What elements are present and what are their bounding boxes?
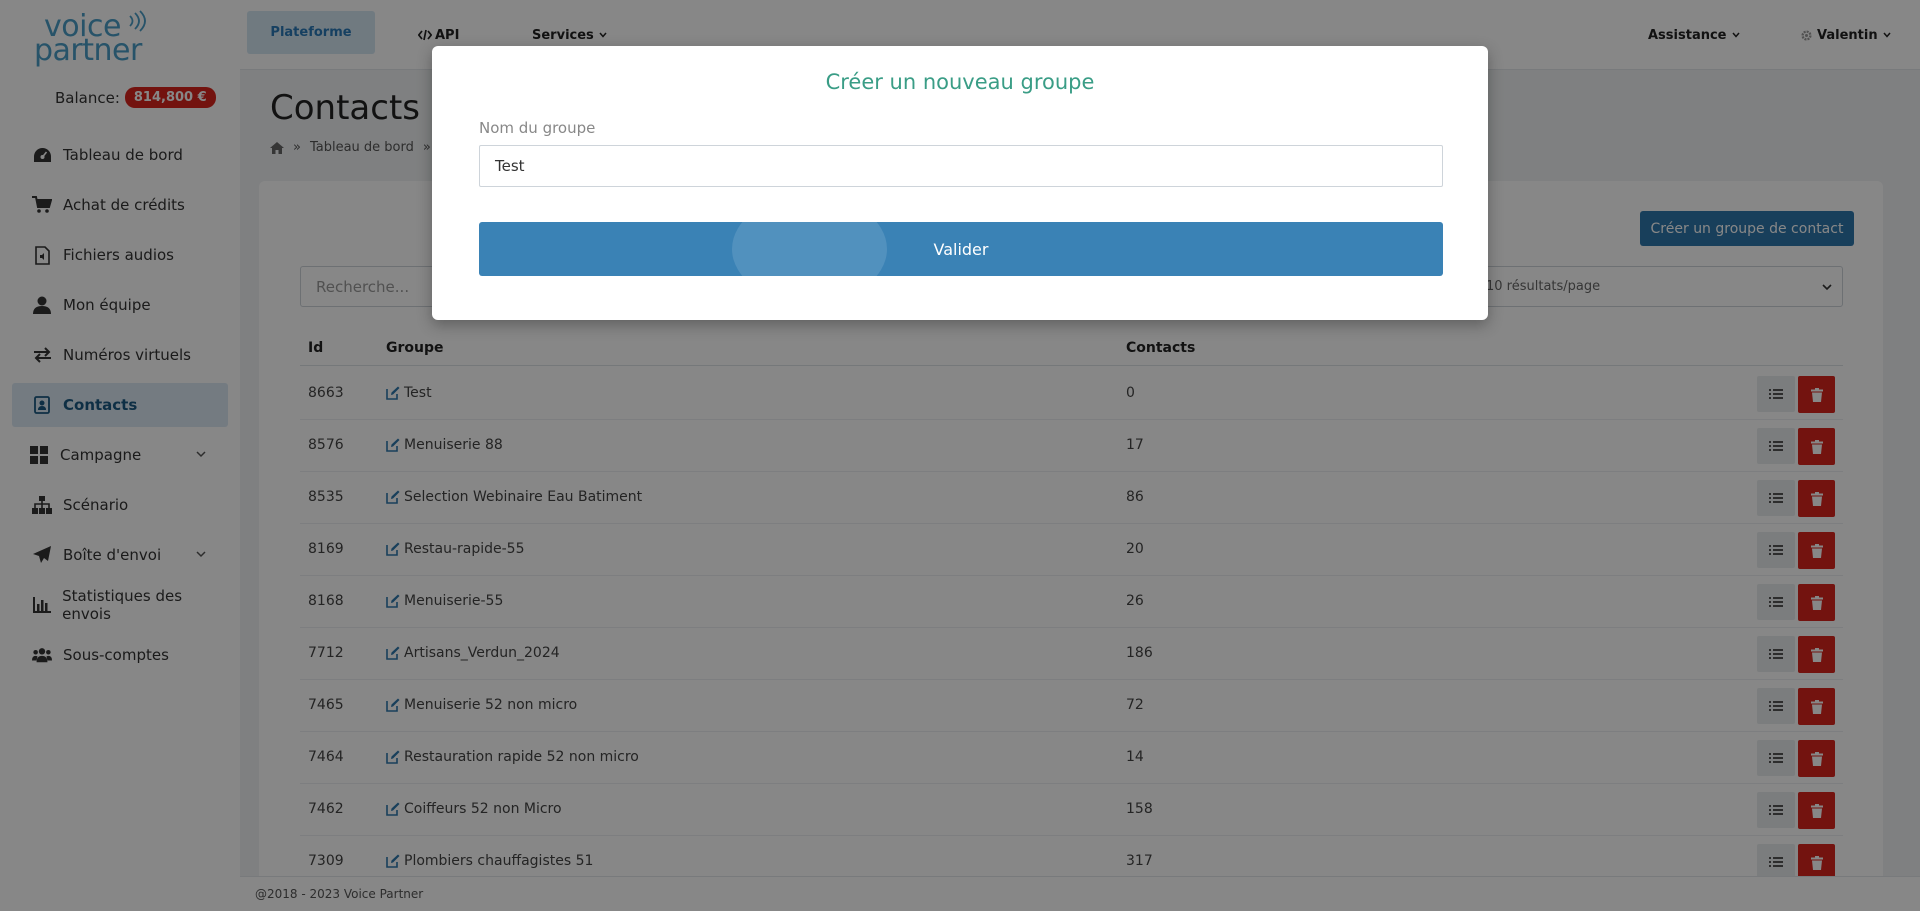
- modal-title: Créer un nouveau groupe: [825, 70, 1095, 94]
- group-name-label: Nom du groupe: [479, 119, 596, 137]
- create-group-modal: Créer un nouveau groupe Nom du groupe Te…: [432, 46, 1488, 320]
- group-name-input[interactable]: Test: [479, 145, 1443, 187]
- click-ripple: [732, 222, 887, 276]
- validate-button-label: Valider: [933, 239, 989, 259]
- validate-button[interactable]: Valider: [479, 222, 1443, 276]
